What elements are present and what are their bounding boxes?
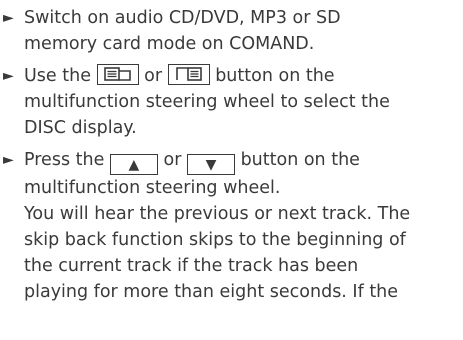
step-text-line: DISC display. [24, 118, 137, 138]
step-text-line: playing for more than eight seconds. If … [24, 282, 399, 302]
step-text: button on the [215, 66, 335, 86]
down-triangle-icon: ▼ [205, 157, 217, 173]
up-button-symbol: ▲ [109, 154, 158, 175]
page-forward-button-symbol [167, 64, 210, 85]
manual-page: ► Switch on audio CD/DVD, MP3 or SD memo… [0, 0, 463, 340]
page-back-button-symbol [96, 64, 139, 85]
step-text: Use the [24, 66, 91, 86]
bullet-arrow: ► [3, 10, 14, 26]
step-text-line: Use the or button on the [24, 63, 463, 89]
step-text: or [144, 66, 163, 86]
bullet-arrow: ► [3, 68, 14, 84]
page-forward-icon [175, 67, 202, 81]
step-text: or [163, 150, 182, 170]
step-text-line: Press the ▲ or ▼ button on the [24, 147, 463, 175]
page-back-icon [103, 67, 131, 81]
step-text-line: skip back function skips to the beginnin… [24, 230, 406, 250]
instruction-step-3: ► Press the ▲ or ▼ button on the multifu… [0, 147, 463, 305]
bullet-arrow: ► [3, 152, 14, 168]
step-text: button on the [240, 150, 360, 170]
instruction-step-1: ► Switch on audio CD/DVD, MP3 or SD memo… [0, 5, 463, 57]
step-text: Press the [24, 150, 105, 170]
instruction-step-2: ► Use the or button on the multifunction… [0, 63, 463, 141]
step-text-line: Switch on audio CD/DVD, MP3 or SD [24, 8, 341, 28]
up-triangle-icon: ▲ [128, 157, 140, 173]
down-button-symbol: ▼ [186, 154, 235, 175]
step-text-line: multifunction steering wheel. [24, 178, 281, 198]
step-text-line: You will hear the previous or next track… [24, 204, 411, 224]
step-text-line: memory card mode on COMAND. [24, 34, 315, 54]
step-text-line: multifunction steering wheel to select t… [24, 92, 390, 112]
step-text-line: the current track if the track has been [24, 256, 359, 276]
